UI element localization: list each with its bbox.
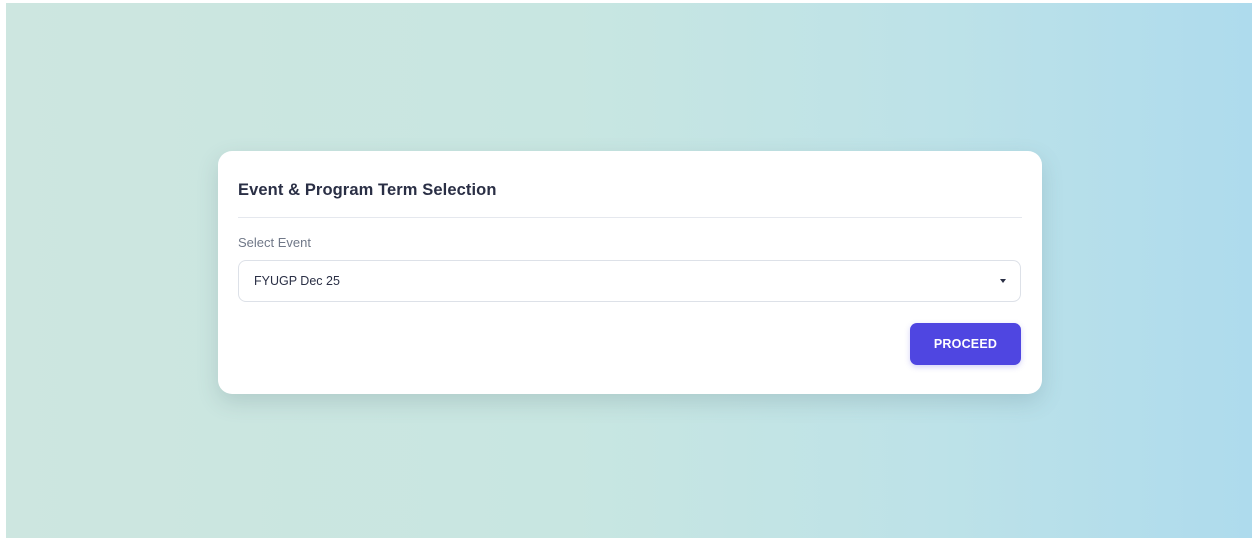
card-title: Event & Program Term Selection	[238, 181, 497, 199]
caret-down-icon	[1000, 279, 1006, 283]
event-select[interactable]: FYUGP Dec 25	[238, 260, 1021, 302]
title-divider	[238, 217, 1022, 218]
proceed-button[interactable]: PROCEED	[910, 323, 1021, 365]
event-select-value: FYUGP Dec 25	[254, 274, 340, 288]
selection-card: Event & Program Term Selection Select Ev…	[218, 151, 1042, 394]
select-event-label: Select Event	[238, 235, 311, 250]
